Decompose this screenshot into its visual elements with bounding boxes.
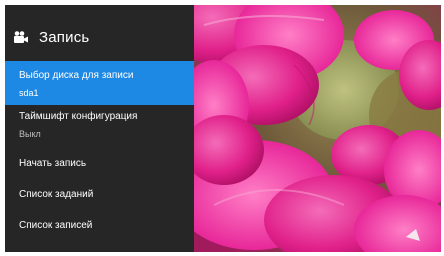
menu-item-value: Выкл [19, 129, 41, 139]
menu-item-disk-select[interactable]: Выбор диска для записи sda1 [5, 61, 194, 105]
menu-item-task-list[interactable]: Список заданий [5, 181, 194, 212]
menu-item-label: Таймшифт конфигурация [19, 111, 138, 122]
menu-item-label: Список записей [19, 220, 93, 231]
menu-item-label: Начать запись [19, 158, 87, 169]
menu-item-start-recording[interactable]: Начать запись [5, 150, 194, 181]
menu-item-value: sda1 [19, 88, 39, 98]
recording-settings-panel: Запись Выбор диска для записи sda1 Таймш… [5, 5, 194, 252]
menu-item-label: Выбор диска для записи [19, 70, 134, 81]
flower-photo [194, 5, 441, 252]
video-preview-background [194, 5, 441, 252]
panel-header: Запись [13, 25, 89, 49]
menu-item-recordings-list[interactable]: Список записей [5, 212, 194, 243]
tv-screen: Запись Выбор диска для записи sda1 Таймш… [5, 5, 441, 252]
menu-item-label: Список заданий [19, 189, 94, 200]
page-title: Запись [39, 28, 90, 46]
menu-item-timeshift-config[interactable]: Таймшифт конфигурация Выкл [5, 105, 194, 150]
video-camera-icon [13, 29, 29, 45]
settings-menu: Выбор диска для записи sda1 Таймшифт кон… [5, 61, 194, 243]
